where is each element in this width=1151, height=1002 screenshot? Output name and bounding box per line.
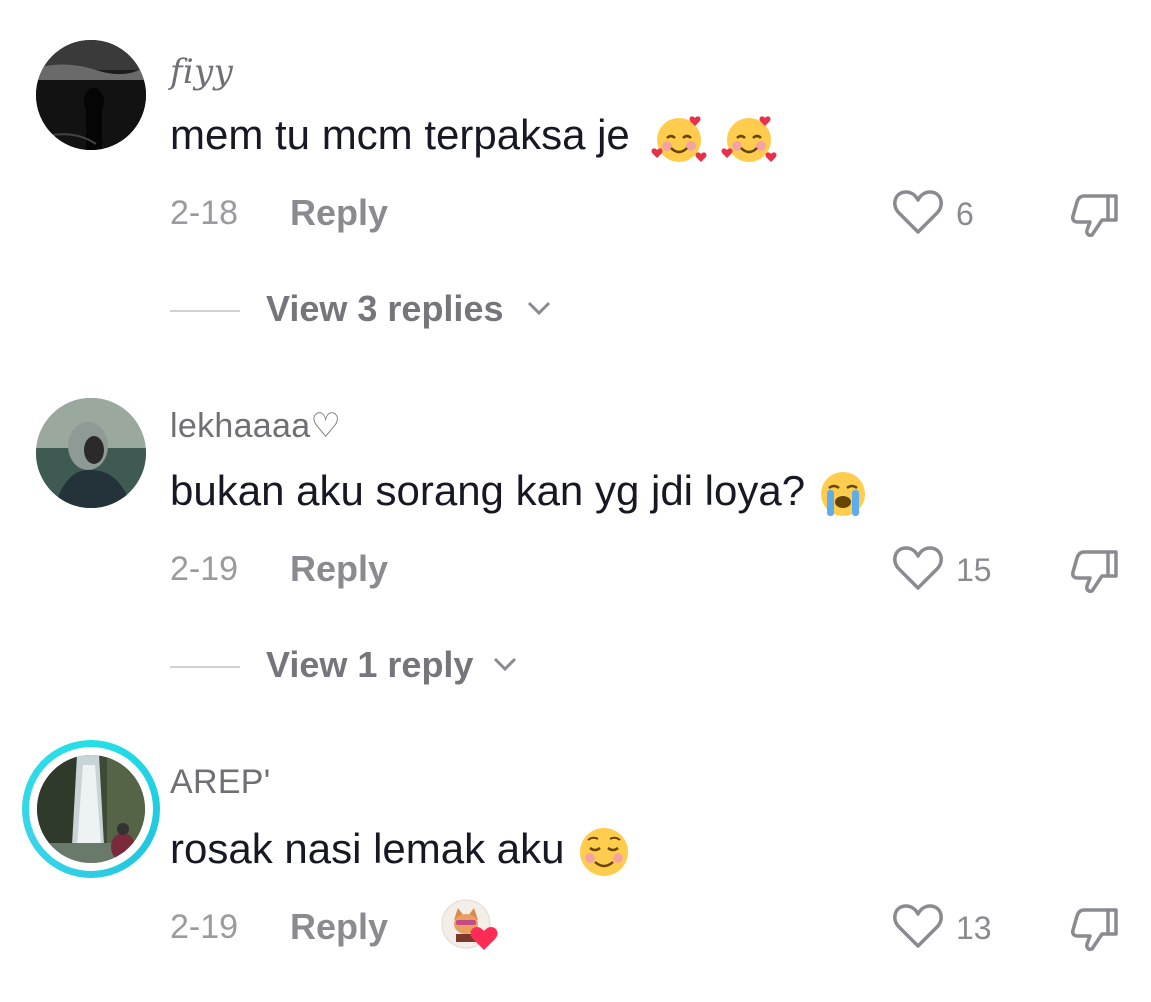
divider	[170, 666, 240, 668]
heart-icon	[893, 546, 943, 590]
comment-date: 2-19	[170, 550, 239, 588]
heart-icon	[893, 190, 943, 234]
comment-text: mem tu mcm terpaksa je	[170, 110, 777, 166]
comment-text: bukan aku sorang kan yg jdi loya?	[170, 467, 869, 520]
story-ring[interactable]	[22, 740, 160, 878]
thumbs-down-icon	[1071, 908, 1118, 951]
divider	[170, 310, 240, 312]
view-replies-label: View 1 reply	[266, 644, 474, 685]
like-count: 13	[956, 910, 992, 946]
chevron-down-icon	[527, 301, 551, 316]
dislike-button[interactable]	[1070, 904, 1126, 952]
thumbs-down-icon	[1071, 194, 1118, 237]
view-replies-button[interactable]: View 1 reply	[170, 640, 670, 690]
heart-icon	[893, 904, 943, 948]
loudly-crying-face-icon	[820, 471, 865, 516]
avatar[interactable]	[36, 398, 146, 508]
like-button[interactable]: 6	[892, 188, 1022, 236]
creator-liked-badge	[440, 898, 500, 958]
smiling-face-icon	[580, 828, 629, 876]
like-count: 6	[956, 196, 974, 232]
chevron-down-icon	[493, 657, 517, 672]
avatar[interactable]	[37, 755, 145, 863]
comment-date: 2-18	[170, 194, 239, 232]
dislike-button[interactable]	[1070, 546, 1126, 594]
username[interactable]: AREP'	[170, 763, 271, 802]
comment-text: rosak nasi lemak aku	[170, 824, 632, 880]
username[interactable]: lekhaaaa♡	[170, 406, 341, 446]
reply-button[interactable]: Reply	[290, 906, 388, 948]
username[interactable]: fiyy	[170, 52, 233, 92]
comment-text-body: rosak nasi lemak aku	[170, 825, 565, 873]
view-replies-button[interactable]: View 3 replies	[170, 284, 670, 334]
comment-date: 2-19	[170, 908, 239, 946]
comment-text-body: bukan aku sorang kan yg jdi loya?	[170, 467, 806, 514]
comment-text-body: mem tu mcm terpaksa je	[170, 111, 630, 159]
thumbs-down-icon	[1071, 550, 1118, 593]
like-button[interactable]: 15	[892, 544, 1022, 592]
reply-button[interactable]: Reply	[290, 548, 388, 590]
view-replies-label: View 3 replies	[266, 288, 504, 329]
like-button[interactable]: 13	[892, 902, 1022, 950]
heart-filled-icon	[470, 927, 498, 950]
comment-meta: 2-19 Reply 13	[170, 899, 1130, 952]
avatar[interactable]	[36, 40, 146, 150]
dislike-button[interactable]	[1070, 190, 1126, 238]
comment-meta: 2-18 Reply 6	[170, 188, 1130, 238]
like-count: 15	[956, 552, 992, 588]
smiling-face-with-hearts-icon	[721, 116, 777, 162]
comment-meta: 2-19 Reply 15	[170, 544, 1130, 594]
smiling-face-with-hearts-icon	[651, 116, 707, 162]
reply-button[interactable]: Reply	[290, 192, 388, 234]
